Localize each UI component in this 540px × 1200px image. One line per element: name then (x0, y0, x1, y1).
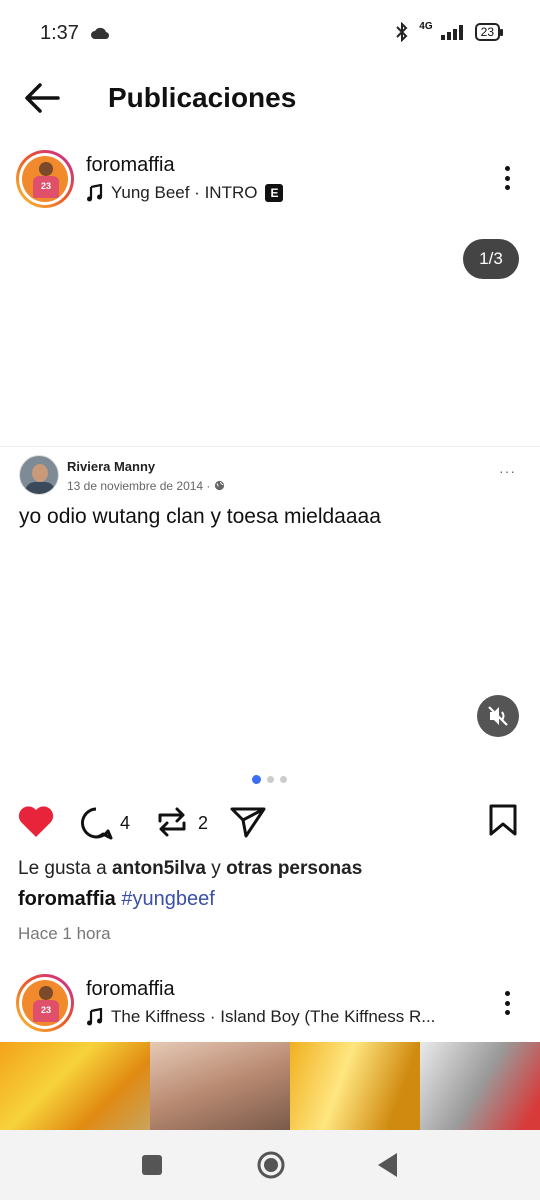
signal-icon (440, 25, 463, 40)
song-label: The Kiffness · Island Boy (The Kiffness … (111, 1007, 436, 1026)
embedded-date-text: 13 de noviembre de 2014 · (67, 479, 211, 493)
caption: foromaffia #yungbeef (18, 888, 215, 911)
avatar[interactable] (16, 974, 74, 1032)
comments-count: 4 (120, 813, 131, 833)
more-options-icon[interactable] (495, 163, 519, 193)
back-arrow-icon[interactable] (22, 80, 62, 116)
globe-icon (214, 480, 224, 491)
caption-username[interactable]: foromaffia (18, 888, 116, 910)
bluetooth-icon (396, 22, 408, 42)
recents-button-icon[interactable] (141, 1154, 163, 1176)
send-icon[interactable] (229, 805, 267, 839)
status-bar: 1:37 4G 23 (0, 0, 540, 68)
embedded-post: Riviera Manny 13 de noviembre de 2014 · … (0, 446, 540, 536)
battery-indicator: 23 (474, 23, 504, 41)
likes-others[interactable]: otras personas (226, 858, 362, 879)
music-note-icon (87, 1008, 103, 1026)
post-media-image[interactable] (0, 1042, 540, 1130)
system-nav-bar (0, 1130, 540, 1200)
network-label: 4G (419, 20, 433, 32)
likes-mid: y (206, 858, 227, 879)
caption-hashtag[interactable]: #yungbeef (121, 888, 214, 910)
mute-button[interactable] (477, 695, 519, 737)
more-options-icon[interactable] (495, 988, 519, 1018)
song-label: Yung Beef · INTRO (111, 183, 258, 202)
carousel-dots (252, 775, 287, 784)
like-heart-icon[interactable] (17, 805, 55, 839)
likes-user[interactable]: anton5ilva (112, 858, 206, 879)
embedded-name: Riviera Manny (67, 459, 156, 474)
post-username[interactable]: foromaffia (86, 978, 175, 1001)
post-song[interactable]: The Kiffness · Island Boy (The Kiffness … (86, 1007, 435, 1027)
post-timestamp: Hace 1 hora (18, 924, 111, 943)
embedded-date: 13 de noviembre de 2014 · (67, 479, 225, 493)
post-username[interactable]: foromaffia (86, 154, 175, 177)
carousel-counter: 1/3 (463, 239, 519, 279)
embedded-text: yo odio wutang clan y toesa mieldaaaa (19, 505, 381, 528)
status-time: 1:37 (40, 22, 79, 44)
avatar[interactable] (16, 150, 74, 208)
post-song[interactable]: Yung Beef · INTRO E (86, 183, 284, 203)
likes-summary[interactable]: Le gusta a anton5ilva y otras personas (18, 858, 362, 880)
home-button-icon[interactable] (256, 1150, 286, 1180)
music-note-icon (87, 184, 103, 202)
likes-prefix: Le gusta a (18, 858, 113, 879)
back-button-icon[interactable] (377, 1152, 399, 1178)
cloud-icon (91, 27, 110, 40)
repost-icon[interactable] (155, 804, 189, 840)
explicit-badge: E (265, 184, 284, 202)
comment-icon[interactable] (78, 806, 114, 840)
speaker-muted-icon (488, 706, 508, 726)
embedded-more: ··· (499, 463, 516, 479)
embedded-avatar (19, 455, 59, 495)
reposts-count: 2 (198, 813, 209, 833)
bookmark-icon[interactable] (488, 803, 518, 837)
page-title: Publicaciones (108, 82, 297, 113)
